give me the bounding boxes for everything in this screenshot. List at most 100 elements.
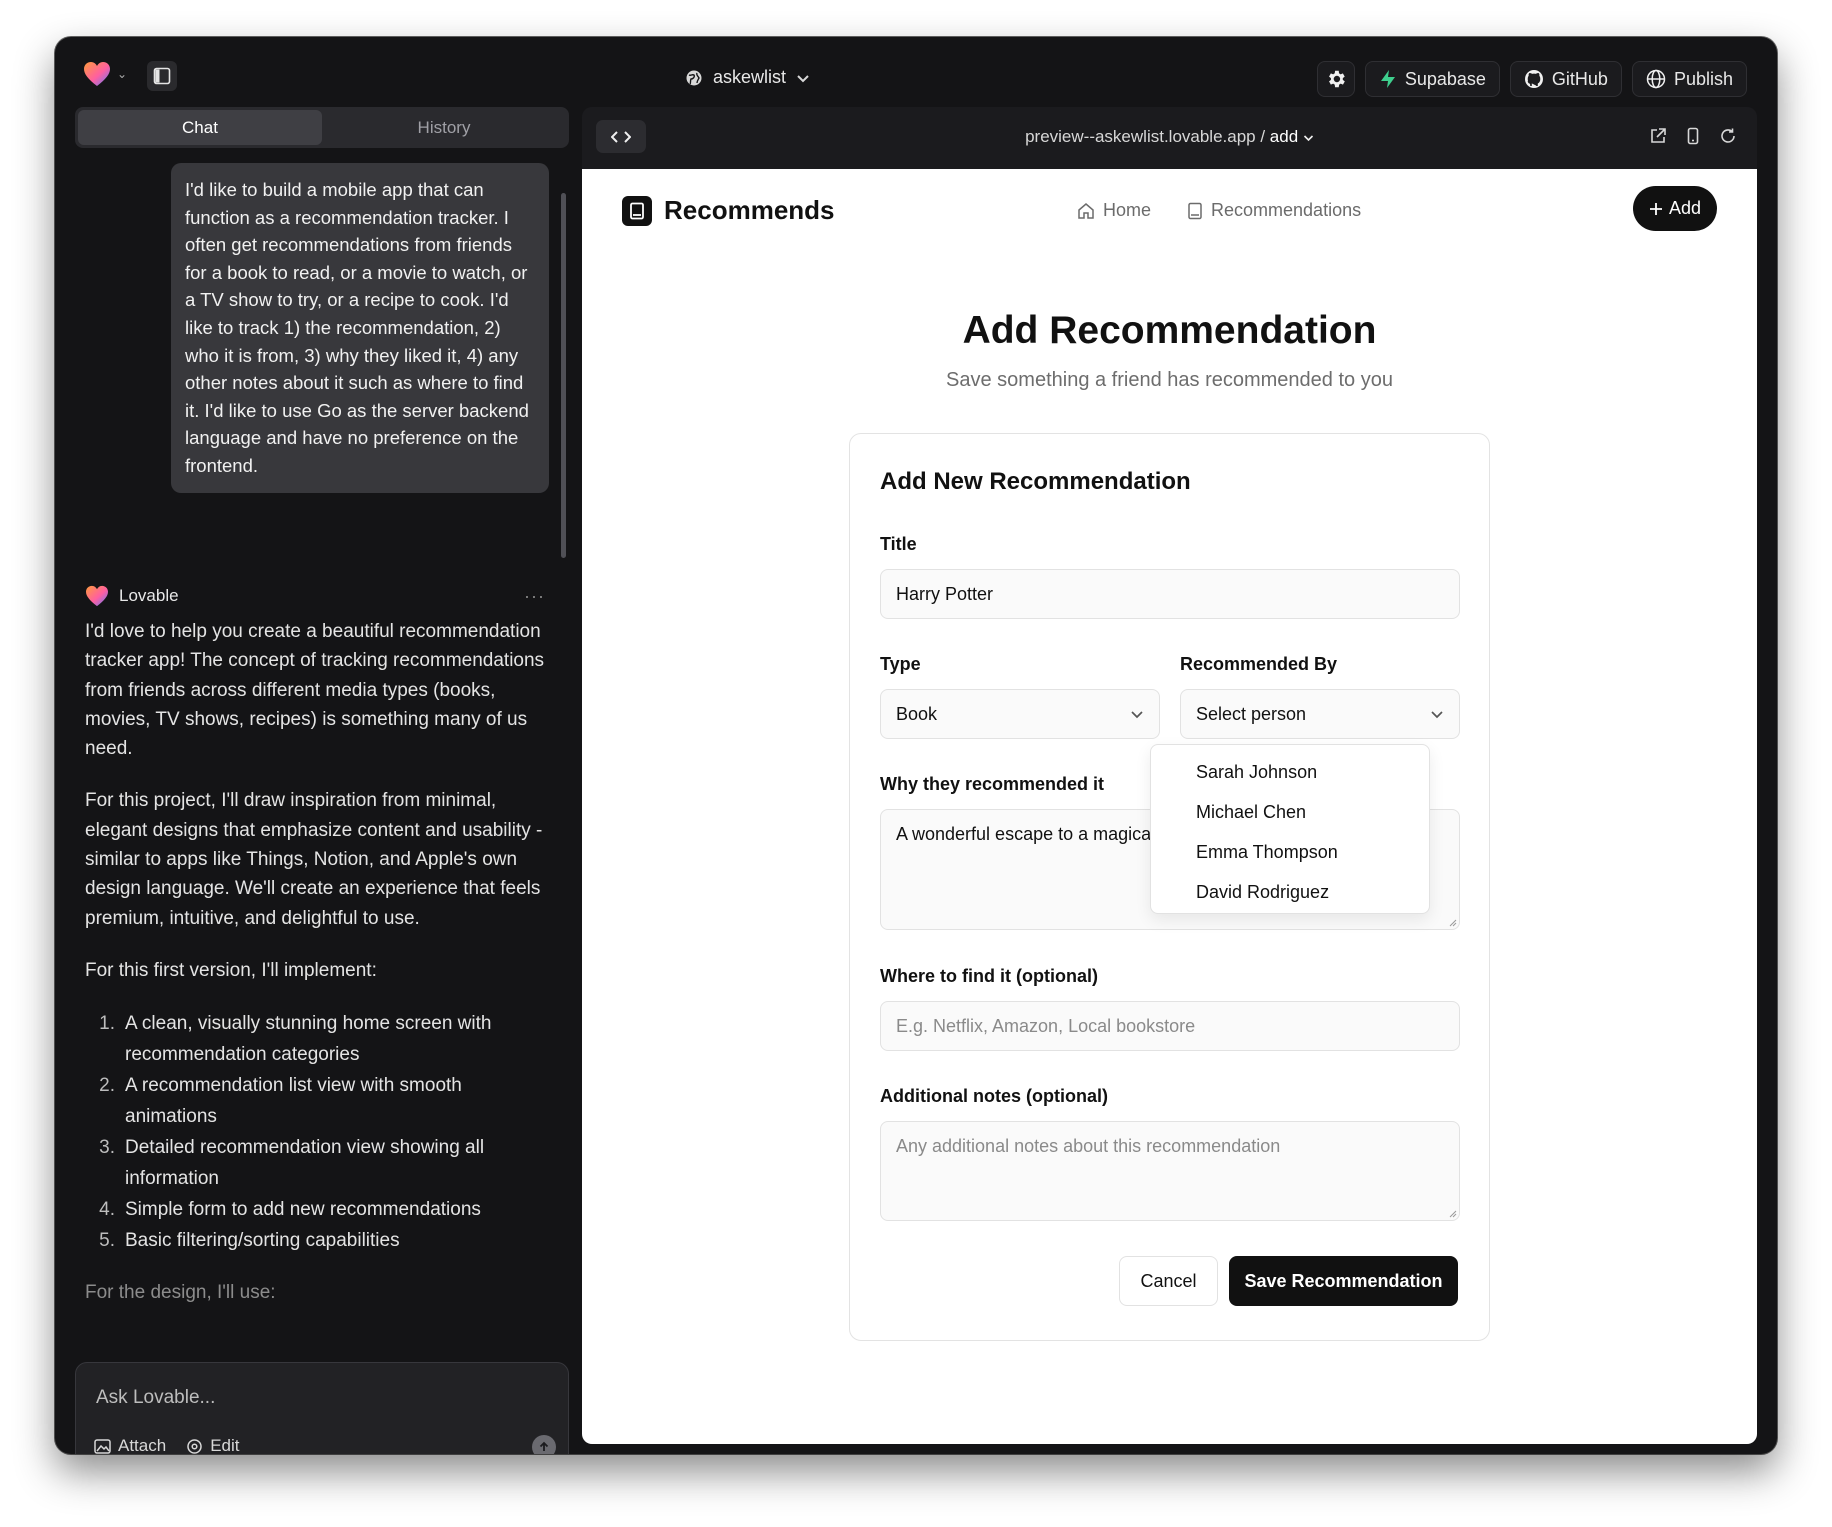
list-item: 5. Basic filtering/sorting capabilities [99, 1230, 400, 1252]
list-item: 4. Simple form to add new recommendations [99, 1199, 481, 1221]
tab-chat[interactable]: Chat [78, 110, 322, 145]
title-label: Title [880, 534, 917, 554]
assistant-message: I'd love to help you create a beautiful … [85, 617, 547, 1331]
notes-textarea[interactable]: Any additional notes about this recommen… [880, 1121, 1460, 1221]
refresh-icon[interactable] [1719, 127, 1737, 145]
app-window: ⌄ askewlist Supabase GitHub Publish Chat… [55, 37, 1777, 1454]
top-right-actions: Supabase GitHub Publish [1316, 61, 1747, 97]
lovable-heart-icon [84, 62, 110, 86]
tab-history[interactable]: History [322, 110, 566, 145]
lovable-heart-icon [86, 585, 108, 607]
publish-label: Publish [1673, 68, 1733, 89]
chevron-down-icon [1303, 135, 1313, 142]
cancel-button[interactable]: Cancel [1119, 1256, 1218, 1306]
project-name: askewlist [713, 67, 787, 87]
resize-grip-icon[interactable] [1447, 917, 1457, 927]
person-option[interactable]: David Rodriguez [1151, 872, 1429, 912]
recommended-by-value: Select person [1196, 703, 1307, 724]
page-subtitle: Save something a friend has recommended … [946, 369, 1393, 391]
github-button[interactable]: GitHub [1509, 61, 1622, 97]
assistant-header: Lovable ··· [85, 585, 545, 607]
preview-panel: preview--askewlist.lovable.app / add Rec… [582, 107, 1757, 1444]
send-button[interactable] [532, 1435, 556, 1454]
external-link-icon[interactable] [1649, 127, 1667, 145]
person-option[interactable]: Sarah Johnson [1151, 752, 1429, 792]
project-switcher[interactable]: askewlist [685, 67, 810, 88]
mobile-icon[interactable] [1684, 127, 1702, 145]
person-dropdown: Sarah Johnson Michael Chen Emma Thompson… [1150, 744, 1430, 914]
type-value: Book [896, 703, 938, 724]
github-label: GitHub [1551, 68, 1608, 89]
globe-icon [1646, 69, 1666, 89]
edit-button[interactable]: Edit [186, 1436, 240, 1454]
globe-icon [686, 70, 702, 85]
app-brand[interactable]: Recommends [622, 195, 835, 226]
list-item: 1. A clean, visually stunning home screen… [99, 1013, 492, 1066]
assistant-paragraph: For the design, I'll use: [85, 1282, 276, 1304]
person-option[interactable]: Michael Chen [1151, 792, 1429, 832]
list-item: 2. A recommendation list view with smooth… [99, 1075, 462, 1128]
arrow-up-icon [539, 1441, 549, 1451]
assistant-name: Lovable [119, 586, 179, 605]
target-icon [187, 1438, 202, 1454]
chat-panel: Chat History I'd like to build a mobile … [75, 107, 570, 1454]
user-message: I'd like to build a mobile app that can … [171, 163, 549, 493]
assistant-paragraph: I'd love to help you create a beautiful … [85, 621, 545, 760]
recommended-by-label: Recommended By [1180, 654, 1338, 674]
book-icon [1188, 202, 1202, 219]
sidebar-icon [153, 67, 171, 85]
recommendation-form-card: Add New Recommendation Title Harry Potte… [849, 433, 1490, 1341]
nav-recommendations[interactable]: Recommendations [1187, 200, 1361, 221]
resize-grip-icon[interactable] [1447, 1208, 1457, 1218]
image-icon [94, 1438, 111, 1454]
title-input[interactable]: Harry Potter [880, 569, 1460, 619]
assistant-paragraph: For this first version, I'll implement: [85, 959, 377, 981]
home-icon [1078, 202, 1094, 219]
plus-icon [1649, 202, 1662, 215]
app-nav: Home Recommendations [1077, 200, 1361, 221]
lovable-menu-button[interactable]: ⌄ [83, 61, 127, 87]
preview-actions [1649, 127, 1737, 145]
settings-button[interactable] [1316, 61, 1355, 97]
url-path: add [1269, 127, 1299, 146]
chevron-down-icon [1131, 710, 1143, 718]
recommended-by-select[interactable]: Select person [1180, 689, 1460, 739]
type-label: Type [880, 654, 921, 674]
supabase-label: Supabase [1404, 68, 1486, 89]
supabase-bolt-icon [1380, 70, 1395, 88]
github-icon [1524, 70, 1543, 88]
preview-toolbar: preview--askewlist.lovable.app / add [582, 107, 1757, 169]
type-select[interactable]: Book [880, 689, 1160, 739]
brand-name: Recommends [664, 195, 835, 225]
publish-button[interactable]: Publish [1631, 61, 1747, 97]
chat-input[interactable]: Ask Lovable... [96, 1387, 215, 1409]
chat-composer[interactable]: Ask Lovable... Attach Edit [75, 1362, 569, 1454]
form-title: Add New Recommendation [880, 468, 1191, 495]
chevron-down-icon: ⌄ [117, 67, 128, 81]
book-icon [622, 195, 652, 226]
supabase-button[interactable]: Supabase [1364, 61, 1500, 97]
preview-url[interactable]: preview--askewlist.lovable.app / add [582, 127, 1757, 147]
chevron-down-icon [797, 74, 809, 82]
gear-icon [1328, 70, 1345, 88]
add-button[interactable]: Add [1632, 186, 1717, 231]
why-label: Why they recommended it [880, 774, 1105, 794]
page-title: Add Recommendation [962, 309, 1377, 352]
attach-button[interactable]: Attach [94, 1436, 166, 1454]
notes-label: Additional notes (optional) [880, 1086, 1108, 1106]
save-recommendation-button[interactable]: Save Recommendation [1229, 1256, 1458, 1306]
app-page: Recommends Home Recommendations Add Add … [582, 169, 1757, 1444]
list-item: 3. Detailed recommendation view showing a… [99, 1137, 485, 1190]
sidebar-toggle-button[interactable] [147, 61, 177, 91]
assistant-paragraph: For this project, I'll draw inspiration … [85, 790, 543, 929]
url-host: preview--askewlist.lovable.app [1025, 127, 1256, 146]
chat-scrollbar[interactable] [561, 193, 566, 558]
message-menu-button[interactable]: ··· [524, 586, 545, 607]
chat-tabs: Chat History [75, 107, 569, 148]
url-separator: / [1255, 127, 1270, 146]
chevron-down-icon [1431, 710, 1443, 718]
person-option[interactable]: Emma Thompson [1151, 832, 1429, 872]
where-input[interactable]: E.g. Netflix, Amazon, Local bookstore [880, 1001, 1460, 1051]
feature-list: 1. A clean, visually stunning home screen… [85, 1008, 547, 1256]
nav-home[interactable]: Home [1077, 200, 1151, 221]
